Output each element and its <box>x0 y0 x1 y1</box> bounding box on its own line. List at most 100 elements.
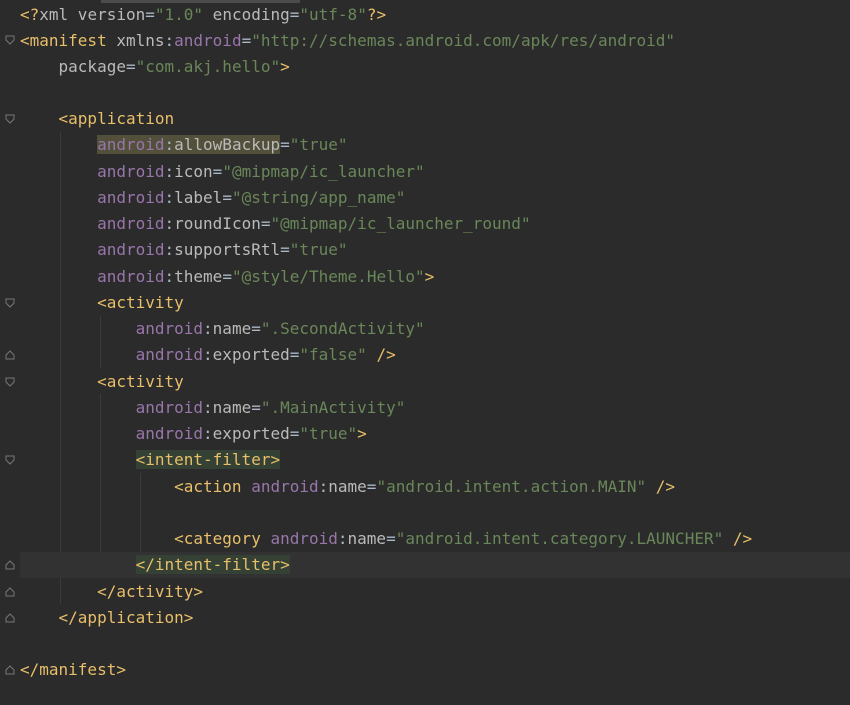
namespace-android: android <box>135 398 204 417</box>
code-line-14[interactable]: android:exported="false" /> <box>20 342 850 368</box>
code-line-8[interactable]: android:label="@string/app_name" <box>20 185 850 211</box>
code-line-10[interactable]: android:supportsRtl="true" <box>20 237 850 263</box>
code-line-22-current[interactable]: </intent-filter> <box>20 552 850 578</box>
attr-name: name <box>212 319 252 338</box>
tag-self-close: /> <box>723 529 753 548</box>
attr-xmlns: xmlns <box>106 31 165 50</box>
tag-intent-filter-open: <intent-filter> <box>135 450 281 469</box>
fold-open-icon[interactable] <box>5 35 15 45</box>
colon: : <box>164 188 175 207</box>
attr-theme: theme <box>174 267 223 286</box>
colon: : <box>337 529 348 548</box>
code-line-1[interactable]: <?xml version="1.0" encoding="utf-8"?> <box>20 2 850 28</box>
value-version: "1.0" <box>154 5 204 24</box>
fold-close-icon[interactable] <box>5 665 15 675</box>
equals: = <box>125 57 136 76</box>
xml-prolog-name: xml <box>39 5 69 24</box>
value-action-main: "android.intent.action.MAIN" <box>376 477 647 496</box>
fold-close-icon[interactable] <box>5 587 15 597</box>
namespace-android: android <box>135 424 204 443</box>
fold-close-icon[interactable] <box>5 613 15 623</box>
code-line-18[interactable]: <intent-filter> <box>20 447 850 473</box>
value-name: ".MainActivity" <box>260 398 406 417</box>
value-exported: "false" <box>299 345 367 364</box>
fold-open-icon[interactable] <box>5 377 15 387</box>
attr-allowbackup: allowBackup <box>174 135 281 154</box>
code-line-19[interactable]: <action android:name="android.intent.act… <box>20 474 850 500</box>
equals: = <box>280 135 290 154</box>
namespace-android: android <box>174 31 242 50</box>
attr-name: name <box>347 529 387 548</box>
namespace-android: android <box>97 135 165 154</box>
code-line-13[interactable]: android:name=".SecondActivity" <box>20 316 850 342</box>
colon: : <box>164 31 175 50</box>
value-encoding: "utf-8" <box>299 5 367 24</box>
attr-name: name <box>328 477 367 496</box>
equals: = <box>251 319 261 338</box>
xml-prolog-open: <? <box>20 5 40 24</box>
value-icon: "@mipmap/ic_launcher" <box>222 162 425 181</box>
value-category-launcher: "android.intent.category.LAUNCHER" <box>395 529 724 548</box>
namespace-android: android <box>97 214 165 233</box>
tag-activity-open: <activity <box>97 372 184 391</box>
value-label: "@string/app_name" <box>231 188 406 207</box>
tag-close-bracket: > <box>424 267 435 286</box>
tag-manifest-close: </manifest> <box>20 660 126 679</box>
code-line-26[interactable]: </manifest> <box>20 657 850 683</box>
tag-application-close: </application> <box>58 608 194 627</box>
equals: = <box>280 240 290 259</box>
code-line-5[interactable]: <application <box>20 106 850 132</box>
code-line-3[interactable]: package="com.akj.hello"> <box>20 54 850 80</box>
tag-close-bracket: > <box>357 424 367 443</box>
colon: : <box>203 319 213 338</box>
tag-activity-close: </activity> <box>97 582 204 601</box>
xml-prolog-close: ?> <box>366 5 387 24</box>
namespace-android: android <box>135 319 204 338</box>
tag-intent-filter-close: </intent-filter> <box>135 555 290 574</box>
namespace-android: android <box>260 529 338 548</box>
fold-open-icon[interactable] <box>5 298 15 308</box>
code-line-15[interactable]: <activity <box>20 369 850 395</box>
colon: : <box>318 477 329 496</box>
fold-open-icon[interactable] <box>5 455 15 465</box>
namespace-android: android <box>97 162 165 181</box>
code-line-7[interactable]: android:icon="@mipmap/ic_launcher" <box>20 159 850 185</box>
colon: : <box>164 214 175 233</box>
code-line-21[interactable]: <category android:name="android.intent.c… <box>20 526 850 552</box>
value-theme: "@style/Theme.Hello" <box>231 267 425 286</box>
equals: = <box>289 345 300 364</box>
tag-application-open: <application <box>58 109 175 128</box>
attr-roundicon: roundIcon <box>174 214 261 233</box>
code-line-24[interactable]: </application> <box>20 605 850 631</box>
code-line-11[interactable]: android:theme="@style/Theme.Hello"> <box>20 264 850 290</box>
equals: = <box>222 267 232 286</box>
code-line-9[interactable]: android:roundIcon="@mipmap/ic_launcher_r… <box>20 211 850 237</box>
attr-exported: exported <box>212 345 290 364</box>
code-line-2[interactable]: <manifest xmlns:android="http://schemas.… <box>20 28 850 54</box>
tag-activity-open: <activity <box>97 293 184 312</box>
fold-close-icon[interactable] <box>5 350 15 360</box>
code-line-12[interactable]: <activity <box>20 290 850 316</box>
attr-package: package <box>58 57 126 76</box>
code-line-23[interactable]: </activity> <box>20 579 850 605</box>
editor-gutter <box>0 0 20 705</box>
value-allowbackup: "true" <box>289 135 348 154</box>
equals: = <box>289 424 300 443</box>
value-exported: "true" <box>299 424 358 443</box>
colon: : <box>164 135 175 154</box>
fold-close-icon[interactable] <box>5 560 15 570</box>
fold-open-icon[interactable] <box>5 114 15 124</box>
colon: : <box>164 240 175 259</box>
value-roundicon: "@mipmap/ic_launcher_round" <box>270 214 531 233</box>
attr-supportsrtl: supportsRtl <box>174 240 281 259</box>
code-line-16[interactable]: android:name=".MainActivity" <box>20 395 850 421</box>
colon: : <box>203 345 213 364</box>
equals: = <box>241 31 252 50</box>
code-editor[interactable]: <?xml version="1.0" encoding="utf-8"?> <… <box>0 0 850 705</box>
namespace-android: android <box>97 267 165 286</box>
tag-action-open: <action <box>174 477 242 496</box>
code-line-6[interactable]: android:allowBackup="true" <box>20 132 850 158</box>
attr-version: version <box>68 5 146 24</box>
equals: = <box>289 5 300 24</box>
code-line-17[interactable]: android:exported="true"> <box>20 421 850 447</box>
